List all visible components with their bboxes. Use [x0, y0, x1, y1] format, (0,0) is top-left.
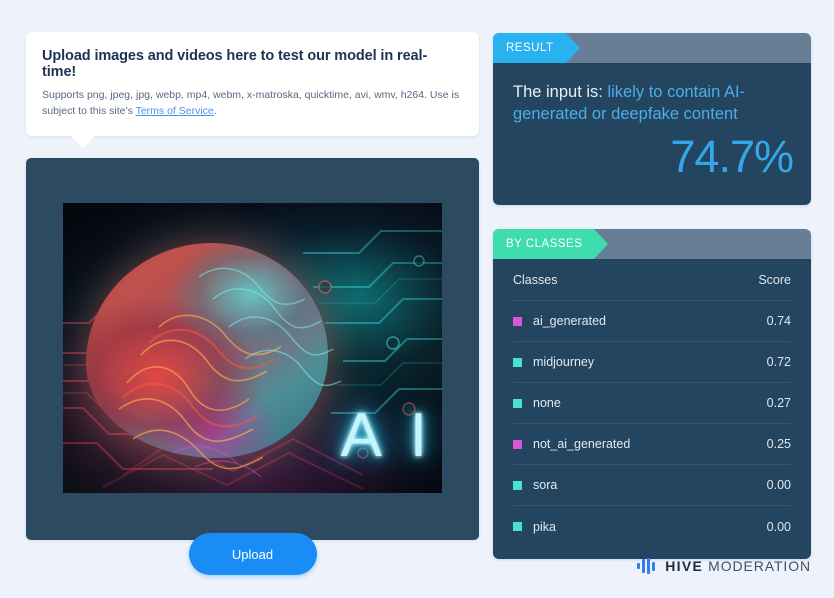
table-header-row: Classes Score: [513, 259, 791, 301]
result-panel: RESULT The input is: likely to contain A…: [493, 33, 811, 205]
upload-button-row: Upload: [26, 533, 479, 575]
upload-button[interactable]: Upload: [188, 533, 317, 575]
class-label: not_ai_generated: [533, 437, 631, 451]
column-header-classes: Classes: [513, 272, 558, 287]
hive-bars-icon: [637, 558, 657, 574]
table-row: pika 0.00: [513, 506, 791, 547]
terms-of-service-link[interactable]: Terms of Service: [136, 105, 214, 117]
left-column: Upload images and videos here to test ou…: [26, 32, 479, 540]
supported-formats-suffix: .: [213, 105, 217, 118]
table-row: sora 0.00: [513, 465, 791, 506]
table-row: midjourney 0.72: [513, 342, 791, 383]
class-name-cell: midjourney: [513, 355, 767, 369]
table-row: ai_generated 0.74: [513, 301, 791, 342]
result-tag-label: RESULT: [493, 33, 579, 63]
right-column: RESULT The input is: likely to contain A…: [493, 33, 811, 559]
page-title: Upload images and videos here to test ou…: [42, 48, 428, 80]
by-classes-panel-header: BY CLASSES: [493, 229, 811, 259]
class-label: ai_generated: [533, 314, 606, 328]
logo-bar: [647, 558, 651, 574]
logo-bar: [652, 561, 656, 571]
class-name-cell: none: [513, 396, 767, 410]
class-score-cell: 0.74: [766, 314, 791, 328]
class-color-swatch-icon: [513, 522, 522, 531]
class-label: pika: [533, 519, 556, 534]
ai-neon-text: A I: [340, 400, 434, 470]
logo-bar: [637, 563, 641, 569]
class-name-cell: pika: [513, 520, 767, 534]
column-header-score: Score: [758, 272, 791, 287]
uploaded-image-preview: A I: [63, 202, 442, 493]
class-label: none: [533, 396, 561, 410]
result-prefix: The input is:: [513, 83, 608, 101]
result-score: 74.7%: [670, 130, 794, 182]
by-classes-panel: BY CLASSES Classes Score ai_generated 0.7…: [493, 229, 811, 559]
class-score-cell: 0.25: [766, 437, 791, 451]
hive-moderation-logo: HIVE MODERATION: [493, 558, 811, 574]
class-label: sora: [533, 478, 558, 492]
class-score-cell: 0.00: [766, 478, 791, 492]
result-panel-body: The input is: likely to contain AI-gener…: [493, 63, 811, 205]
class-color-swatch-icon: [513, 439, 522, 449]
by-classes-tag-label: BY CLASSES: [493, 229, 609, 259]
by-classes-table: Classes Score ai_generated 0.74 midjourney…: [493, 259, 811, 559]
callout-arrow-icon: [70, 134, 96, 149]
supported-formats-text: Supports png, jpeg, jpg, webp, mp4, webm…: [42, 87, 461, 120]
class-score-cell: 0.00: [766, 519, 791, 534]
result-sentence: The input is: likely to contain AI-gener…: [513, 81, 793, 126]
table-row: none 0.27: [513, 383, 791, 424]
result-panel-header: RESULT: [493, 33, 811, 63]
supported-formats-prefix: Supports png, jpeg, jpg, webp, mp4, webm…: [42, 89, 460, 118]
class-name-cell: sora: [513, 478, 767, 492]
class-color-swatch-icon: [513, 480, 522, 490]
class-label: midjourney: [533, 355, 595, 369]
hive-moderation-demo-page: Upload images and videos here to test ou…: [0, 0, 834, 598]
class-name-cell: ai_generated: [513, 314, 767, 328]
upload-info-card: Upload images and videos here to test ou…: [26, 32, 479, 149]
image-preview-panel: A I: [26, 157, 479, 540]
class-score-cell: 0.72: [766, 355, 791, 369]
class-color-swatch-icon: [513, 398, 522, 408]
table-row: not_ai_generated 0.25: [513, 424, 791, 465]
class-name-cell: not_ai_generated: [513, 437, 767, 451]
class-color-swatch-icon: [513, 316, 522, 326]
logo-brand-text: HIVE: [665, 558, 704, 574]
class-color-swatch-icon: [513, 357, 522, 367]
logo-bar: [642, 559, 646, 573]
class-score-cell: 0.27: [766, 396, 791, 410]
logo-product-text: MODERATION: [708, 558, 811, 574]
table-body: ai_generated 0.74 midjourney 0.72 none 0.27 no…: [513, 301, 791, 547]
